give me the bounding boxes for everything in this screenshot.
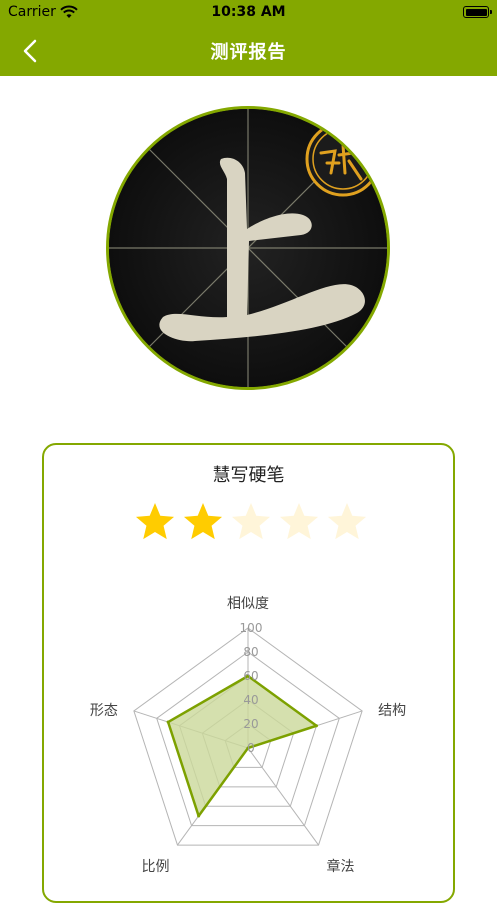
radar-chart: 0 20 40 60 80 100 相似度结构章法 比例 形态 [90, 596, 406, 875]
character-image [106, 106, 390, 390]
radar-point [166, 720, 170, 724]
radar-point [197, 814, 201, 818]
radar-axis-label: 比例 [141, 859, 169, 875]
radar-axis-label: 结构 [378, 703, 406, 719]
seal-stamp-icon [305, 121, 381, 197]
radar-tick-label: 0 [247, 741, 255, 755]
radar-tick-label: 100 [240, 621, 263, 635]
page-title: 测评报告 [210, 42, 287, 63]
radar-axis-label: 章法 [327, 858, 355, 875]
radar-point [314, 724, 318, 728]
nav-bar: 测评报告 [0, 24, 497, 76]
radar-tick-label: 20 [243, 717, 258, 731]
radar-tick-label: 80 [243, 645, 258, 659]
radar-spoke [247, 747, 319, 846]
status-time: 10:38 AM [211, 4, 286, 20]
radar-tick-label: 40 [243, 693, 258, 707]
battery-icon [463, 6, 492, 18]
radar-axis-label: 相似度 [227, 596, 269, 612]
report-card: 慧写硬笔 0 20 40 60 80 100 相似度 结构 章法 比例 形态 [42, 443, 455, 903]
status-bar: Carrier 10:38 AM [0, 0, 497, 24]
radar-axis-label: 形态 [90, 703, 118, 719]
radar-tick-label: 60 [243, 669, 258, 683]
